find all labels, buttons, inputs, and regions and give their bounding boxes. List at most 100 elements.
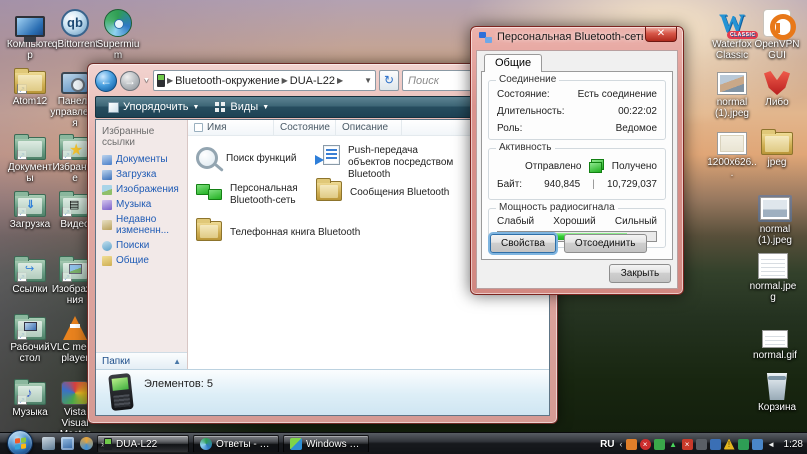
taskbar-task-dua-l22[interactable]: DUA-L22 [97, 435, 189, 453]
desktop-icon-atom12[interactable]: ↗ Atom12 [5, 62, 55, 107]
document-thumbnail-icon [762, 330, 788, 348]
shortcut-arrow-icon: ↗ [17, 150, 27, 160]
tray-expand-icon[interactable]: ‹ [620, 439, 623, 449]
folder-icon: ↗ [14, 71, 46, 94]
language-indicator[interactable]: RU [600, 439, 614, 450]
desktop-icon-waterfox[interactable]: WCLASSIC Waterfox Classic [707, 5, 757, 61]
list-item-phonebook[interactable]: Телефонная книга Bluetooth [196, 221, 360, 241]
forward-button[interactable]: → [120, 71, 140, 91]
desktop-icon-music[interactable]: ♪↗ Музыка [5, 373, 55, 418]
desktop-icon-desktop-folder[interactable]: ↗ Рабочий стол [5, 308, 55, 364]
star-icon: ★ [69, 140, 83, 160]
tray-network-icon[interactable] [752, 439, 763, 450]
show-desktop-icon[interactable] [61, 437, 74, 450]
back-button[interactable]: ← [95, 70, 117, 92]
taskbar-task-messenger[interactable]: Windows Live Mess... [283, 435, 369, 453]
tray-app-icon[interactable] [696, 439, 707, 450]
media-player-icon[interactable] [80, 437, 93, 450]
supermium-browser-icon [104, 9, 132, 37]
list-item-push-transfer[interactable]: Push-передача объектов посредством Bluet… [316, 145, 460, 181]
taskbar-task-openvk[interactable]: Ответы - OpenVK – ... [193, 435, 279, 453]
quick-launch-icon-1[interactable] [42, 437, 55, 450]
views-button[interactable]: Виды ▼ [209, 99, 275, 115]
desktop-icon-normal1-jpeg-b[interactable]: normal (1).jpeg [750, 190, 800, 246]
desktop-icon-recycle-bin[interactable]: Корзина [752, 368, 802, 413]
desktop-icon-normal1-jpeg-a[interactable]: normal (1).jpeg [707, 63, 757, 119]
tray-usb-icon[interactable] [738, 439, 749, 450]
breadcrumb-bluetooth[interactable]: Bluetooth-окружение [175, 75, 280, 87]
bluetooth-network-icon [479, 32, 492, 43]
desktop-icon-documents[interactable]: ↗ Документы [5, 128, 55, 184]
windows-flag-icon [15, 437, 26, 449]
pan-network-icon [196, 183, 222, 205]
sidebar-item-downloads[interactable]: Загрузка [96, 167, 187, 182]
column-status[interactable]: Состояние [274, 120, 336, 135]
refresh-button[interactable]: ↻ [379, 70, 399, 91]
address-dropdown-icon[interactable]: ▼ [364, 76, 372, 85]
tray-disconnected-icon[interactable]: × [640, 439, 651, 450]
desktop-icon-supermium[interactable]: Supermium [93, 5, 143, 61]
sidebar-item-public[interactable]: Общие [96, 253, 187, 268]
tray-upload-icon[interactable]: ▲ [668, 439, 679, 450]
tray-online-status-icon[interactable] [654, 439, 665, 450]
duration-label: Длительность: [497, 106, 565, 117]
sidebar-item-searches[interactable]: Поиски [96, 238, 187, 253]
breadcrumb-separator-icon: ▶ [282, 76, 288, 85]
tray-volume-icon[interactable]: ◄ [766, 439, 777, 450]
breadcrumb-separator-icon: ▶ [167, 76, 173, 85]
select-all-checkbox[interactable] [194, 123, 203, 132]
list-item-bluetooth-messages[interactable]: Сообщения Bluetooth [316, 181, 449, 201]
desktop-icon-fox-app[interactable]: Либо [752, 63, 802, 108]
desktop-icon-normal-jpeg[interactable]: normal.jpeg [748, 247, 798, 303]
properties-button[interactable]: Свойства [490, 234, 556, 253]
disconnect-button[interactable]: Отсоединить [564, 234, 647, 253]
tray-error-icon[interactable]: × [682, 439, 693, 450]
desktop-icon-normal-gif[interactable]: normal.gif [750, 316, 800, 361]
column-name[interactable]: Имя [188, 120, 274, 135]
history-dropdown-icon[interactable]: ▼ [143, 77, 150, 84]
sidebar-item-documents[interactable]: Документы [96, 152, 187, 167]
links-folder-icon: ↪↗ [14, 259, 46, 282]
sidebar-item-recent[interactable]: Недавно измененн... [96, 212, 187, 238]
activity-group: Активность Отправлено Получено Байт: 940… [488, 148, 666, 200]
close-icon[interactable]: ✕ [645, 27, 677, 42]
close-button[interactable]: Закрыть [609, 264, 671, 283]
folders-band[interactable]: Папки ▲ [96, 352, 187, 369]
breadcrumb-device[interactable]: DUA-L22 [290, 75, 335, 87]
navigation-pane: Избранные ссылки Документы Загрузка Изоб… [96, 120, 188, 369]
searches-icon [102, 241, 112, 251]
taskbar-clock[interactable]: 1:28 [784, 439, 803, 450]
desktop-icon-1200x626[interactable]: 1200x626... [707, 123, 757, 179]
sent-bytes: 940,845 [544, 179, 580, 190]
list-item-search-functions[interactable]: Поиск функций [196, 147, 296, 169]
tray-network-computers-icon[interactable] [710, 439, 721, 450]
desktop-icon-jpeg-folder[interactable]: jpeg [752, 123, 802, 168]
device-icon [157, 74, 165, 87]
tab-general[interactable]: Общие [484, 54, 542, 72]
sidebar-item-pictures[interactable]: Изображения [96, 182, 187, 197]
bytes-label: Байт: [497, 179, 522, 190]
list-item-pan-network[interactable]: Персональная Bluetooth-сеть [196, 183, 308, 207]
tray-warning-icon[interactable]: ! [724, 439, 735, 450]
desktop-icon-links[interactable]: ↪↗ Ссылки [5, 250, 55, 295]
system-tray: RU ‹ × ▲ × ! ◄ 1:28 [600, 433, 803, 454]
recycle-bin-icon [765, 373, 789, 400]
desktop-icon-downloads[interactable]: ⇓↗ Загрузка [5, 185, 55, 230]
desktop-icon-openvpn[interactable]: OpenVPN GUI [752, 5, 802, 61]
vista-visual-master-icon [61, 381, 89, 405]
photo-icon [69, 264, 82, 274]
start-button[interactable] [7, 430, 33, 454]
organize-button[interactable]: Упорядочить ▼ [102, 99, 205, 115]
filmstrip-icon: ▤ [69, 198, 79, 211]
folder-icon [196, 221, 222, 241]
favorite-links-header: Избранные ссылки [96, 120, 187, 152]
desktop-icon-computer[interactable]: Компьютер [5, 5, 55, 61]
folder-icon [761, 132, 793, 155]
address-bar[interactable]: ▶ Bluetooth-окружение ▶ DUA-L22 ▶ ▼ [153, 70, 376, 91]
chevron-down-icon: ▼ [192, 104, 199, 111]
tray-torrent-icon[interactable] [626, 439, 637, 450]
sidebar-item-music[interactable]: Музыка [96, 197, 187, 212]
chevron-down-icon: ▼ [262, 104, 269, 111]
column-description[interactable]: Описание [336, 120, 402, 135]
document-thumbnail-icon [758, 253, 788, 279]
